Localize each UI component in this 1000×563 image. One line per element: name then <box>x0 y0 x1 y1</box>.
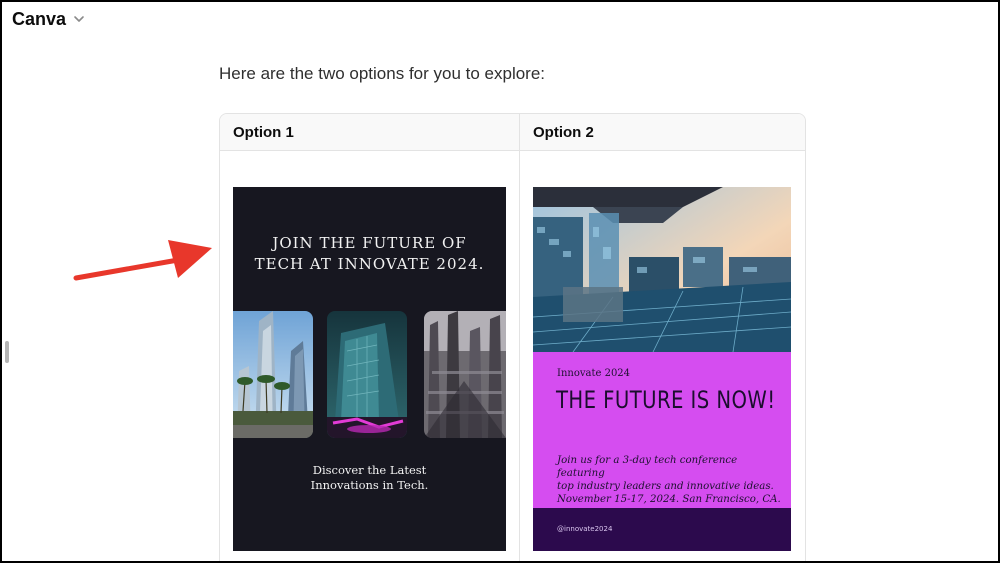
sidebar-resize-handle[interactable] <box>5 341 9 363</box>
option-2-description-line-1: Join us for a 3-day tech conference feat… <box>557 455 738 479</box>
option-1-design-preview[interactable]: JOIN THE FUTURE OF TECH AT INNOVATE 2024… <box>233 187 506 551</box>
option-1-heading-line-1: JOIN THE FUTURE OF <box>272 234 467 252</box>
option-2-description-line-2: top industry leaders and innovative idea… <box>557 481 774 492</box>
red-arrow-annotation <box>73 240 212 281</box>
option-2-futuristic-city-image <box>533 187 791 352</box>
option-1-sub-line-2: Innovations in Tech. <box>310 478 429 492</box>
app-title: Canva <box>12 8 67 29</box>
table-header-row: Option 1 Option 2 <box>220 114 805 151</box>
option-1-sub-line-1: Discover the Latest <box>312 463 427 477</box>
chevron-down-icon <box>74 16 84 22</box>
option-2-description-line-3: November 15-17, 2024. San Francisco, CA. <box>557 494 781 505</box>
header-option-2: Option 2 <box>533 123 594 141</box>
option-1-image-glass-building <box>327 311 407 438</box>
option-2-design-preview[interactable]: Innovate 2024 THE FUTURE IS NOW! Join us… <box>533 187 791 551</box>
option-1-cell: JOIN THE FUTURE OF TECH AT INNOVATE 2024… <box>220 151 520 563</box>
option-1-image-palm-skyscrapers <box>233 311 313 438</box>
option-1-subheading: Discover the Latest Innovations in Tech. <box>233 463 506 493</box>
option-1-heading: JOIN THE FUTURE OF TECH AT INNOVATE 2024… <box>233 233 506 275</box>
option-1-heading-line-2: TECH AT INNOVATE 2024. <box>254 255 485 273</box>
option-2-social-handle: @innovate2024 <box>557 525 613 533</box>
option-1-image-grey-cityscape <box>424 311 506 438</box>
app-switcher[interactable]: Canva <box>12 6 86 32</box>
option-2-description: Join us for a 3-day tech conference feat… <box>557 454 781 506</box>
option-2-title: THE FUTURE IS NOW! <box>556 386 776 414</box>
header-option-1: Option 1 <box>220 114 520 150</box>
table-row: JOIN THE FUTURE OF TECH AT INNOVATE 2024… <box>220 151 805 563</box>
option-2-cell: Innovate 2024 THE FUTURE IS NOW! Join us… <box>520 151 805 563</box>
option-2-event-name: Innovate 2024 <box>557 368 631 379</box>
assistant-message-intro: Here are the two options for you to expl… <box>219 64 546 83</box>
options-table: Option 1 Option 2 JOIN THE FUTURE OF TEC… <box>219 113 806 563</box>
